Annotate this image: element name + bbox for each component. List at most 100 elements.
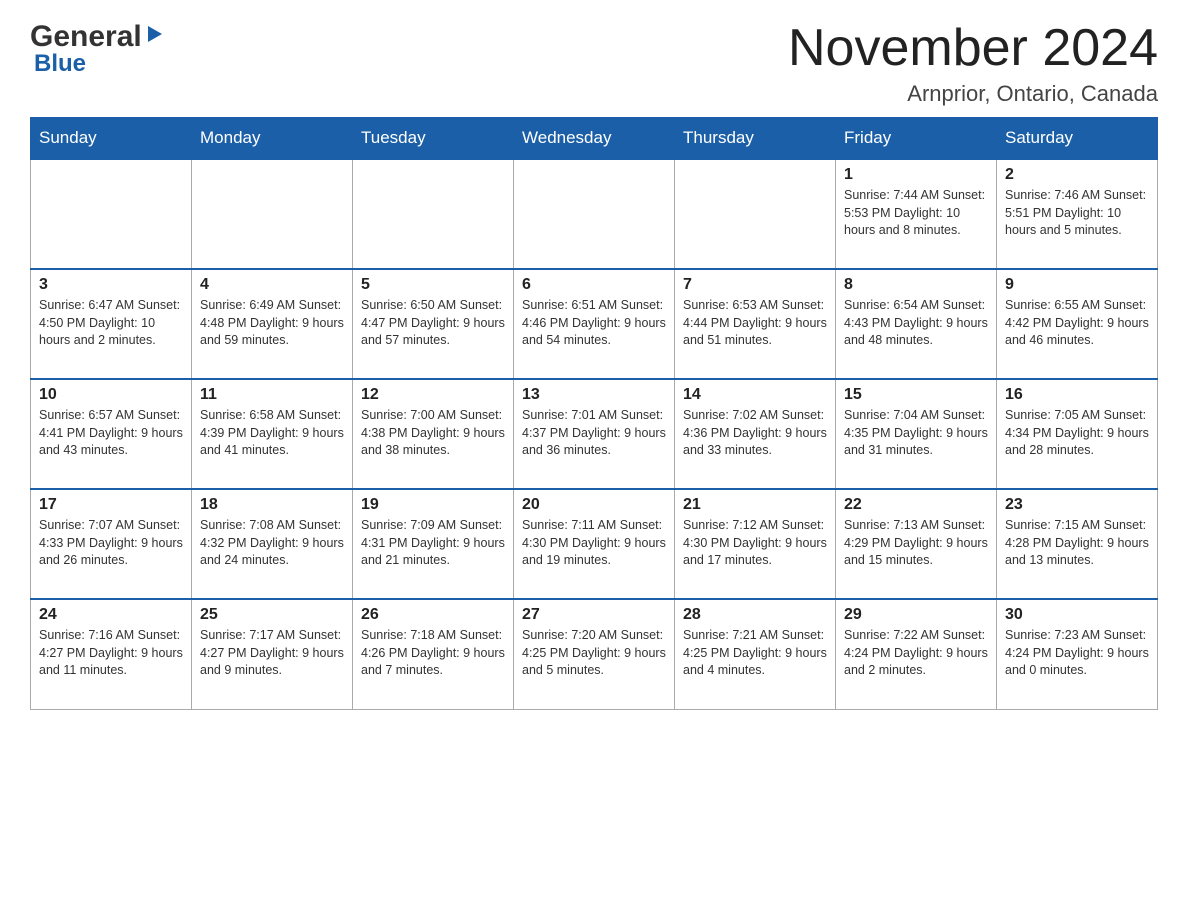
day-number: 1 xyxy=(844,166,988,184)
title-block: November 2024 Arnprior, Ontario, Canada xyxy=(788,20,1158,107)
calendar-cell: 19 Sunrise: 7:09 AM Sunset: 4:31 PM Dayli… xyxy=(353,489,514,599)
calendar-cell: 6 Sunrise: 6:51 AM Sunset: 4:46 PM Daylig… xyxy=(514,269,675,379)
weekday-header-monday: Monday xyxy=(192,118,353,160)
day-number: 9 xyxy=(1005,276,1149,294)
day-info: Sunrise: 7:07 AM Sunset: 4:33 PM Dayligh… xyxy=(39,517,183,570)
logo: General Blue xyxy=(30,20,166,78)
calendar-cell: 3 Sunrise: 6:47 AM Sunset: 4:50 PM Daylig… xyxy=(31,269,192,379)
day-info: Sunrise: 7:22 AM Sunset: 4:24 PM Dayligh… xyxy=(844,627,988,680)
day-number: 26 xyxy=(361,606,505,624)
weekday-header-row: SundayMondayTuesdayWednesdayThursdayFrid… xyxy=(31,118,1158,160)
page-header: General Blue November 2024 Arnprior, Ont… xyxy=(30,20,1158,107)
day-number: 4 xyxy=(200,276,344,294)
day-number: 2 xyxy=(1005,166,1149,184)
day-number: 24 xyxy=(39,606,183,624)
day-info: Sunrise: 6:47 AM Sunset: 4:50 PM Dayligh… xyxy=(39,297,183,350)
day-info: Sunrise: 6:53 AM Sunset: 4:44 PM Dayligh… xyxy=(683,297,827,350)
weekday-header-thursday: Thursday xyxy=(675,118,836,160)
weekday-header-wednesday: Wednesday xyxy=(514,118,675,160)
calendar-cell: 10 Sunrise: 6:57 AM Sunset: 4:41 PM Dayli… xyxy=(31,379,192,489)
day-number: 22 xyxy=(844,496,988,514)
day-info: Sunrise: 7:46 AM Sunset: 5:51 PM Dayligh… xyxy=(1005,187,1149,240)
day-number: 16 xyxy=(1005,386,1149,404)
calendar-cell: 24 Sunrise: 7:16 AM Sunset: 4:27 PM Dayli… xyxy=(31,599,192,709)
calendar-cell xyxy=(675,159,836,269)
calendar-cell: 12 Sunrise: 7:00 AM Sunset: 4:38 PM Dayli… xyxy=(353,379,514,489)
week-row-2: 3 Sunrise: 6:47 AM Sunset: 4:50 PM Daylig… xyxy=(31,269,1158,379)
day-info: Sunrise: 7:44 AM Sunset: 5:53 PM Dayligh… xyxy=(844,187,988,240)
calendar-cell: 5Sunrise: 6:50 AM Sunset: 4:47 PM Daylig… xyxy=(353,269,514,379)
calendar-cell: 20 Sunrise: 7:11 AM Sunset: 4:30 PM Dayli… xyxy=(514,489,675,599)
calendar-cell: 29 Sunrise: 7:22 AM Sunset: 4:24 PM Dayli… xyxy=(836,599,997,709)
calendar-cell: 15 Sunrise: 7:04 AM Sunset: 4:35 PM Dayli… xyxy=(836,379,997,489)
day-number: 23 xyxy=(1005,496,1149,514)
day-info: Sunrise: 7:04 AM Sunset: 4:35 PM Dayligh… xyxy=(844,407,988,460)
calendar-cell: 25 Sunrise: 7:17 AM Sunset: 4:27 PM Dayli… xyxy=(192,599,353,709)
day-number: 3 xyxy=(39,276,183,294)
day-info: Sunrise: 6:51 AM Sunset: 4:46 PM Dayligh… xyxy=(522,297,666,350)
day-number: 25 xyxy=(200,606,344,624)
day-info: Sunrise: 7:12 AM Sunset: 4:30 PM Dayligh… xyxy=(683,517,827,570)
day-number: 10 xyxy=(39,386,183,404)
calendar-table: SundayMondayTuesdayWednesdayThursdayFrid… xyxy=(30,117,1158,710)
day-number: 20 xyxy=(522,496,666,514)
week-row-5: 24 Sunrise: 7:16 AM Sunset: 4:27 PM Dayli… xyxy=(31,599,1158,709)
day-info: Sunrise: 6:54 AM Sunset: 4:43 PM Dayligh… xyxy=(844,297,988,350)
calendar-cell: 9Sunrise: 6:55 AM Sunset: 4:42 PM Daylig… xyxy=(997,269,1158,379)
week-row-3: 10 Sunrise: 6:57 AM Sunset: 4:41 PM Dayli… xyxy=(31,379,1158,489)
calendar-cell: 18Sunrise: 7:08 AM Sunset: 4:32 PM Dayli… xyxy=(192,489,353,599)
day-number: 12 xyxy=(361,386,505,404)
day-info: Sunrise: 7:20 AM Sunset: 4:25 PM Dayligh… xyxy=(522,627,666,680)
weekday-header-friday: Friday xyxy=(836,118,997,160)
logo-blue-text: Blue xyxy=(34,50,86,78)
calendar-cell: 1 Sunrise: 7:44 AM Sunset: 5:53 PM Daylig… xyxy=(836,159,997,269)
day-number: 6 xyxy=(522,276,666,294)
calendar-cell xyxy=(514,159,675,269)
day-number: 11 xyxy=(200,386,344,404)
day-number: 30 xyxy=(1005,606,1149,624)
calendar-cell: 30Sunrise: 7:23 AM Sunset: 4:24 PM Dayli… xyxy=(997,599,1158,709)
day-info: Sunrise: 6:50 AM Sunset: 4:47 PM Dayligh… xyxy=(361,297,505,350)
day-info: Sunrise: 7:08 AM Sunset: 4:32 PM Dayligh… xyxy=(200,517,344,570)
calendar-cell: 4 Sunrise: 6:49 AM Sunset: 4:48 PM Daylig… xyxy=(192,269,353,379)
calendar-cell: 26 Sunrise: 7:18 AM Sunset: 4:26 PM Dayli… xyxy=(353,599,514,709)
day-info: Sunrise: 6:58 AM Sunset: 4:39 PM Dayligh… xyxy=(200,407,344,460)
calendar-cell: 8 Sunrise: 6:54 AM Sunset: 4:43 PM Daylig… xyxy=(836,269,997,379)
day-number: 29 xyxy=(844,606,988,624)
day-info: Sunrise: 7:09 AM Sunset: 4:31 PM Dayligh… xyxy=(361,517,505,570)
calendar-cell: 11 Sunrise: 6:58 AM Sunset: 4:39 PM Dayli… xyxy=(192,379,353,489)
weekday-header-sunday: Sunday xyxy=(31,118,192,160)
day-info: Sunrise: 7:16 AM Sunset: 4:27 PM Dayligh… xyxy=(39,627,183,680)
calendar-cell: 2 Sunrise: 7:46 AM Sunset: 5:51 PM Daylig… xyxy=(997,159,1158,269)
day-number: 17 xyxy=(39,496,183,514)
day-info: Sunrise: 6:49 AM Sunset: 4:48 PM Dayligh… xyxy=(200,297,344,350)
calendar-cell: 21 Sunrise: 7:12 AM Sunset: 4:30 PM Dayli… xyxy=(675,489,836,599)
logo-triangle-icon xyxy=(144,24,166,46)
day-number: 13 xyxy=(522,386,666,404)
day-info: Sunrise: 7:00 AM Sunset: 4:38 PM Dayligh… xyxy=(361,407,505,460)
day-info: Sunrise: 7:18 AM Sunset: 4:26 PM Dayligh… xyxy=(361,627,505,680)
weekday-header-saturday: Saturday xyxy=(997,118,1158,160)
day-number: 28 xyxy=(683,606,827,624)
weekday-header-tuesday: Tuesday xyxy=(353,118,514,160)
day-number: 19 xyxy=(361,496,505,514)
day-info: Sunrise: 7:11 AM Sunset: 4:30 PM Dayligh… xyxy=(522,517,666,570)
calendar-cell: 13 Sunrise: 7:01 AM Sunset: 4:37 PM Dayli… xyxy=(514,379,675,489)
day-number: 15 xyxy=(844,386,988,404)
calendar-cell xyxy=(353,159,514,269)
day-info: Sunrise: 7:15 AM Sunset: 4:28 PM Dayligh… xyxy=(1005,517,1149,570)
day-info: Sunrise: 7:05 AM Sunset: 4:34 PM Dayligh… xyxy=(1005,407,1149,460)
calendar-cell xyxy=(192,159,353,269)
day-number: 21 xyxy=(683,496,827,514)
day-info: Sunrise: 7:17 AM Sunset: 4:27 PM Dayligh… xyxy=(200,627,344,680)
day-info: Sunrise: 7:01 AM Sunset: 4:37 PM Dayligh… xyxy=(522,407,666,460)
calendar-cell: 27Sunrise: 7:20 AM Sunset: 4:25 PM Dayli… xyxy=(514,599,675,709)
day-info: Sunrise: 6:57 AM Sunset: 4:41 PM Dayligh… xyxy=(39,407,183,460)
week-row-1: 1 Sunrise: 7:44 AM Sunset: 5:53 PM Daylig… xyxy=(31,159,1158,269)
day-number: 8 xyxy=(844,276,988,294)
calendar-cell: 7 Sunrise: 6:53 AM Sunset: 4:44 PM Daylig… xyxy=(675,269,836,379)
calendar-cell xyxy=(31,159,192,269)
logo-general-text: General xyxy=(30,20,142,54)
day-number: 7 xyxy=(683,276,827,294)
calendar-cell: 23 Sunrise: 7:15 AM Sunset: 4:28 PM Dayli… xyxy=(997,489,1158,599)
